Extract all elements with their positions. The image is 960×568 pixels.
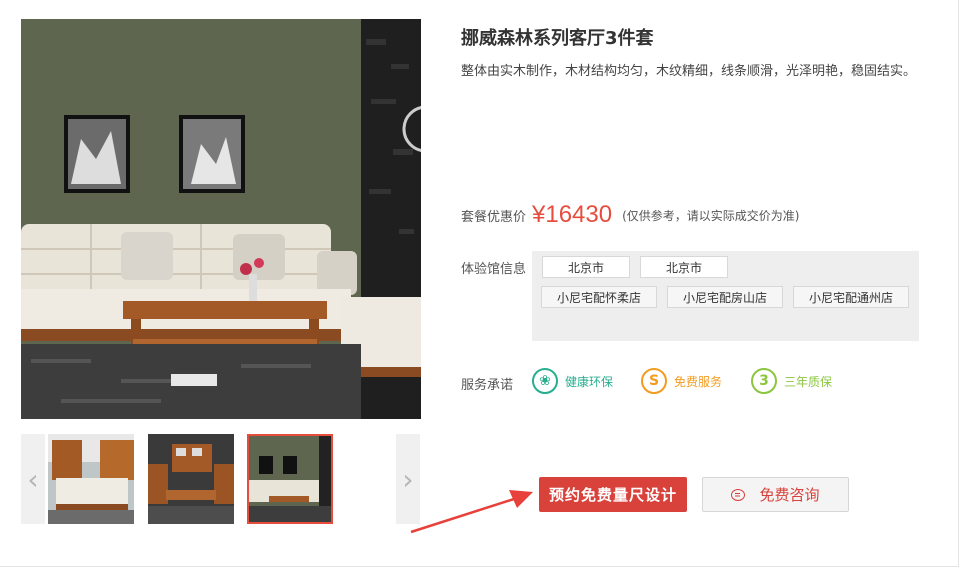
service-item-free: S 免费服务 xyxy=(641,366,722,396)
gallery-prev-button[interactable]: ‹ xyxy=(21,434,45,524)
price-note: (仅供参考，请以实际成交价为准) xyxy=(622,208,800,223)
price-row: 套餐优惠价 ¥16430 (仅供参考，请以实际成交价为准) xyxy=(461,200,799,230)
chevron-left-icon: ‹ xyxy=(27,462,39,496)
service-text: 健康环保 xyxy=(565,374,614,389)
service-text: 免费服务 xyxy=(674,374,723,389)
service-label: 服务承诺 xyxy=(461,378,514,393)
thumbnail-2[interactable] xyxy=(148,434,234,524)
store-item[interactable]: 小尼宅配怀柔店 xyxy=(541,286,657,308)
service-item-eco: ❀ 健康环保 xyxy=(532,366,613,396)
price-label: 套餐优惠价 xyxy=(461,209,527,225)
store-item[interactable]: 小尼宅配房山店 xyxy=(667,286,783,308)
service-item-warranty: 3 三年质保 xyxy=(751,366,832,396)
thumbnail-3[interactable] xyxy=(247,434,333,524)
annotation-arrow-icon xyxy=(410,490,533,534)
store-item[interactable]: 小尼宅配通州店 xyxy=(793,286,909,308)
book-free-design-button[interactable]: 预约免费量尺设计 xyxy=(539,477,687,512)
thumbnail-3-image xyxy=(249,436,331,522)
city-tab[interactable]: 北京市 xyxy=(640,256,728,278)
main-product-image xyxy=(21,19,421,419)
thumbnail-1[interactable] xyxy=(48,434,134,524)
product-description: 整体由实木制作，木材结构均匀，木纹精细，线条顺滑，光泽明艳，稳固结实。 xyxy=(461,64,917,79)
leaf-icon: ❀ xyxy=(532,368,558,394)
price-value: ¥16430 xyxy=(532,201,613,228)
service-text: 三年质保 xyxy=(784,374,833,389)
shield-three-icon: 3 xyxy=(751,368,777,394)
thumbnail-1-image xyxy=(48,434,134,524)
free-consult-label: 免费咨询 xyxy=(759,486,820,504)
store-info-label: 体验馆信息 xyxy=(461,262,527,277)
dollar-icon: S xyxy=(641,368,667,394)
free-consult-button[interactable]: 免费咨询 xyxy=(702,477,849,512)
store-list-panel: 北京市 北京市 小尼宅配怀柔店 小尼宅配房山店 小尼宅配通州店 xyxy=(532,251,919,341)
city-tab[interactable]: 北京市 xyxy=(542,256,630,278)
thumbnail-2-image xyxy=(148,434,234,524)
product-title: 挪威森林系列客厅3件套 xyxy=(461,28,654,49)
chat-bubble-icon xyxy=(731,488,746,501)
